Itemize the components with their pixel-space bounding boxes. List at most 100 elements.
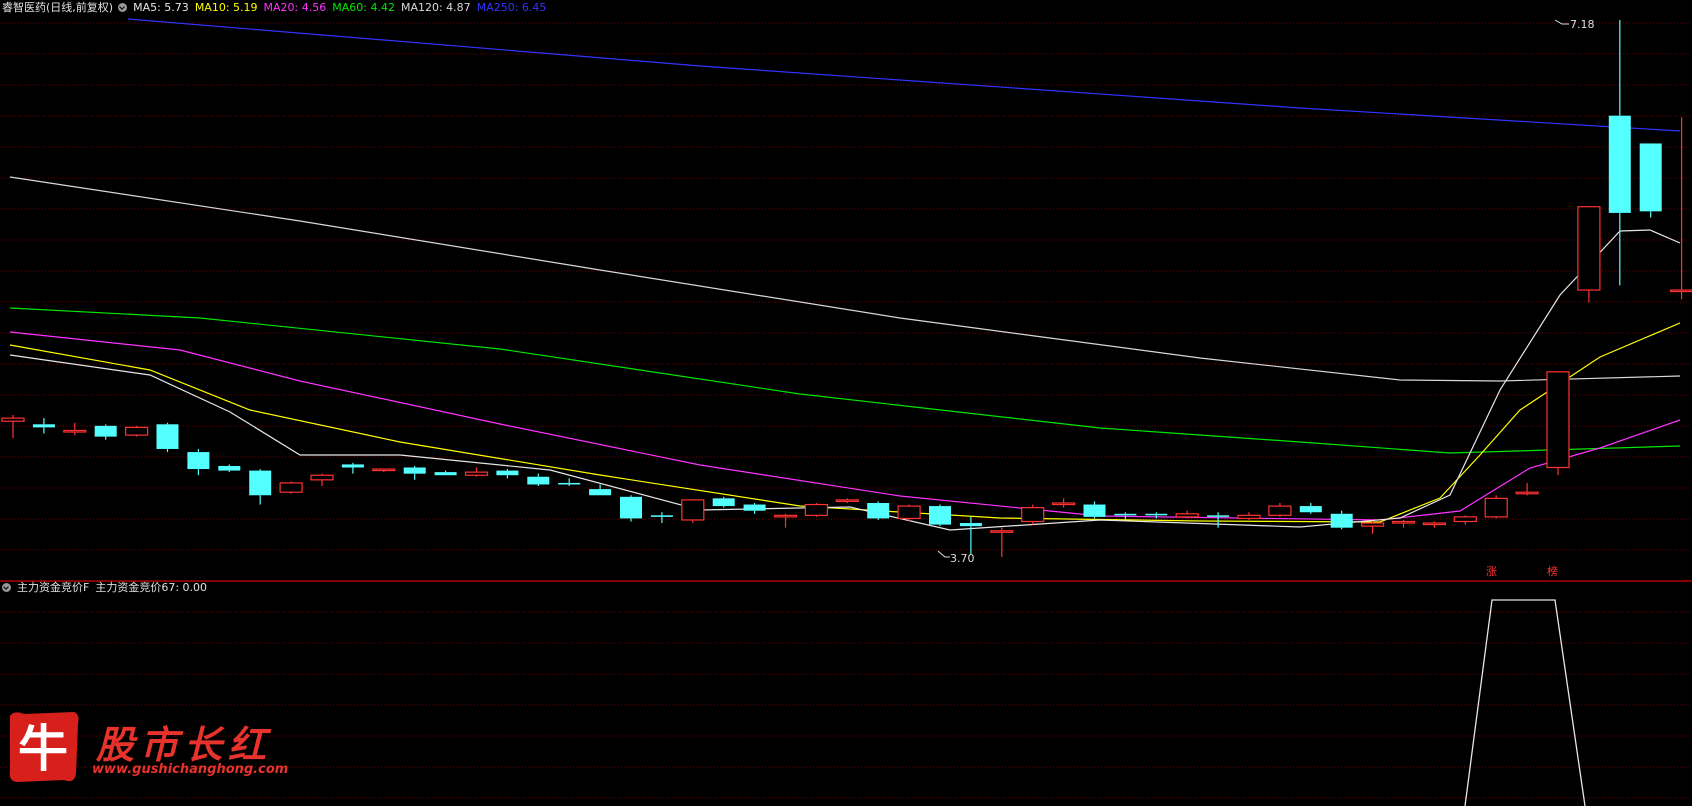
- candle[interactable]: [187, 448, 210, 476]
- candle-body: [218, 465, 241, 471]
- candle[interactable]: [1515, 482, 1539, 496]
- candle-body: [341, 464, 364, 468]
- candle[interactable]: [1, 415, 25, 439]
- candle[interactable]: [1546, 371, 1570, 476]
- candle[interactable]: [1360, 521, 1385, 534]
- candle[interactable]: [434, 470, 457, 476]
- candle[interactable]: [1083, 501, 1106, 519]
- candle[interactable]: [1051, 498, 1076, 508]
- candle[interactable]: [124, 425, 149, 437]
- candle[interactable]: [712, 496, 735, 508]
- stock-title: 睿智医药(日线,前复权): [2, 1, 114, 14]
- logo-name: 股市长红: [96, 722, 273, 767]
- sub-header: 主力资金竞价F 主力资金竞价67: 0.00: [2, 580, 213, 596]
- candle-body: [1, 417, 25, 422]
- candle[interactable]: [1669, 117, 1692, 300]
- candle[interactable]: [218, 464, 241, 473]
- candle-body: [681, 499, 705, 521]
- candle[interactable]: [650, 512, 673, 524]
- candle[interactable]: [804, 502, 829, 517]
- candle-body: [1268, 505, 1292, 516]
- candle-body: [1083, 504, 1106, 517]
- candle[interactable]: [1237, 512, 1261, 520]
- candle[interactable]: [1608, 20, 1631, 286]
- candle[interactable]: [773, 513, 798, 528]
- candle-body: [94, 425, 117, 437]
- candle-body: [589, 489, 612, 496]
- candle[interactable]: [1391, 519, 1416, 528]
- candle[interactable]: [1453, 515, 1477, 525]
- candle[interactable]: [1577, 206, 1601, 303]
- settings-toggle-icon[interactable]: [118, 3, 128, 12]
- candle-body: [1051, 502, 1076, 506]
- candle-body: [804, 503, 829, 516]
- candle[interactable]: [1484, 495, 1508, 519]
- candle-body: [1515, 491, 1539, 495]
- candle[interactable]: [341, 462, 364, 474]
- candle[interactable]: [558, 478, 581, 487]
- candle[interactable]: [1330, 510, 1353, 530]
- candle[interactable]: [743, 502, 766, 514]
- indicator-name: 主力资金竞价F: [17, 581, 90, 594]
- low-price-label: 3.70: [950, 552, 975, 565]
- candle[interactable]: [279, 481, 303, 494]
- candle-body: [743, 504, 766, 511]
- candle[interactable]: [1021, 504, 1045, 525]
- candle[interactable]: [990, 527, 1014, 557]
- candle[interactable]: [496, 469, 519, 479]
- candle[interactable]: [835, 498, 859, 503]
- candle-body: [959, 523, 982, 527]
- candle[interactable]: [156, 422, 179, 453]
- candle-body: [1021, 507, 1045, 523]
- price-labels: 7.18 3.70 涨 榜: [937, 18, 1595, 578]
- ma250-line: [127, 18, 1681, 132]
- candle[interactable]: [1207, 512, 1230, 528]
- candle-body: [496, 470, 519, 476]
- candle[interactable]: [959, 516, 982, 554]
- ma-legend-item: MA10: 5.19: [194, 1, 258, 14]
- candle-body: [897, 505, 921, 520]
- candle[interactable]: [681, 499, 705, 524]
- candle-body: [1546, 371, 1570, 469]
- candle-body: [63, 429, 87, 433]
- stock-chart[interactable]: 7.18 3.70 涨 榜: [0, 0, 1692, 806]
- candle-body: [1145, 513, 1168, 516]
- candle-body: [1299, 506, 1322, 513]
- candle[interactable]: [929, 504, 951, 527]
- candle[interactable]: [1175, 510, 1199, 519]
- candle-body: [1484, 497, 1508, 518]
- candle[interactable]: [1268, 502, 1292, 517]
- candle-body: [156, 424, 179, 449]
- ma-legend-item: MA120: 4.87: [400, 1, 471, 14]
- candle[interactable]: [1422, 521, 1447, 528]
- candle[interactable]: [63, 422, 87, 436]
- candle[interactable]: [589, 484, 612, 496]
- candle-body: [1577, 206, 1601, 291]
- candle-body: [527, 476, 550, 485]
- indicator-value: 主力资金竞价67: 0.00: [95, 581, 208, 594]
- candle[interactable]: [32, 418, 55, 434]
- candle-body: [310, 474, 334, 481]
- candle-body: [1175, 513, 1199, 518]
- candle[interactable]: [464, 467, 489, 477]
- candle[interactable]: [897, 504, 921, 522]
- logo-url: www.gushichanghong.com: [92, 762, 289, 777]
- low-marker: [937, 550, 950, 558]
- candle[interactable]: [249, 469, 272, 505]
- candle[interactable]: [372, 468, 396, 473]
- ma-legend-item: MA5: 5.73: [133, 1, 189, 14]
- candle[interactable]: [1299, 502, 1322, 514]
- candle[interactable]: [527, 473, 550, 487]
- candle[interactable]: [1639, 143, 1662, 218]
- ma-legend: MA5: 5.73 MA10: 5.19 MA20: 4.56 MA60: 4.42 M…: [133, 1, 552, 14]
- candlesticks[interactable]: [1, 20, 1692, 557]
- candle-body: [1639, 143, 1662, 212]
- candle[interactable]: [310, 473, 334, 487]
- indicator-toggle-icon[interactable]: [2, 583, 11, 592]
- candle-body: [1391, 520, 1416, 524]
- candle[interactable]: [867, 501, 890, 520]
- candle[interactable]: [620, 495, 642, 522]
- candle[interactable]: [94, 424, 117, 440]
- candle[interactable]: [403, 465, 426, 480]
- candle-body: [835, 499, 859, 503]
